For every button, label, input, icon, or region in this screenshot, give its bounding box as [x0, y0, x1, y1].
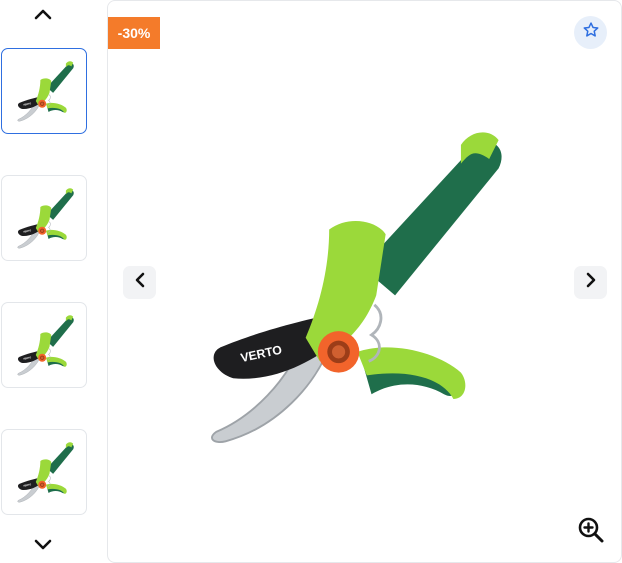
chevron-up-icon	[34, 7, 52, 25]
next-image-button[interactable]	[574, 266, 607, 299]
thumbnail-3[interactable]	[1, 302, 87, 388]
main-image-panel: -30%	[107, 0, 622, 563]
zoom-button[interactable]	[574, 515, 608, 549]
thumbnails-down-button[interactable]	[30, 534, 56, 560]
thumbnail-2[interactable]	[1, 175, 87, 261]
previous-image-button[interactable]	[123, 266, 156, 299]
thumbnail-4[interactable]	[1, 429, 87, 515]
thumbnail-image	[17, 441, 75, 503]
star-icon	[582, 21, 600, 44]
favorite-button[interactable]	[574, 16, 607, 49]
thumbnail-1[interactable]	[1, 48, 87, 134]
thumbnails-up-button[interactable]	[30, 3, 56, 29]
thumbnail-image	[17, 187, 75, 249]
chevron-left-icon	[134, 272, 146, 293]
thumbnail-image	[17, 314, 75, 376]
zoom-in-icon	[577, 516, 605, 549]
chevron-down-icon	[34, 538, 52, 556]
chevron-right-icon	[585, 272, 597, 293]
thumbnail-image	[17, 60, 75, 122]
thumbnail-column	[0, 0, 88, 563]
product-gallery: -30%	[0, 0, 622, 563]
discount-badge: -30%	[108, 17, 160, 49]
product-image	[210, 130, 503, 444]
